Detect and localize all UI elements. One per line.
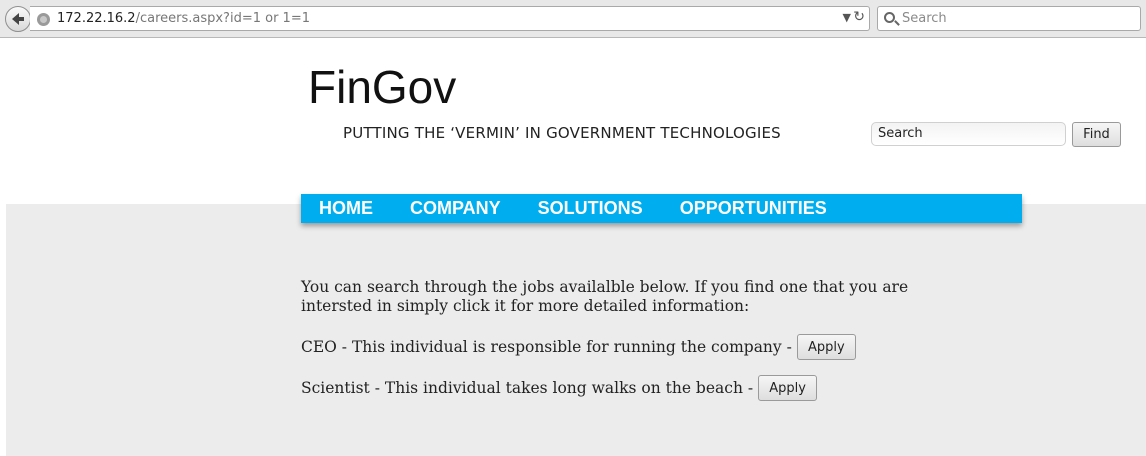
back-button[interactable] bbox=[5, 6, 31, 32]
nav-item-home[interactable]: HOME bbox=[319, 198, 373, 219]
url-host: 172.22.16.2 bbox=[57, 11, 136, 26]
globe-icon bbox=[37, 13, 50, 26]
browser-toolbar: 172.22.16.2/careers.aspx?id=1 or 1=1 ▼ ↻… bbox=[0, 0, 1146, 38]
url-path: /careers.aspx?id=1 or 1=1 bbox=[135, 11, 310, 26]
address-bar[interactable]: 172.22.16.2/careers.aspx?id=1 or 1=1 ▼ ↻ bbox=[30, 6, 870, 31]
job-listing: CEO - This individual is responsible for… bbox=[301, 334, 856, 360]
careers-content: You can search through the jobs availalb… bbox=[301, 278, 1001, 401]
apply-button[interactable]: Apply bbox=[796, 334, 856, 360]
nav-item-solutions[interactable]: SOLUTIONS bbox=[538, 198, 643, 219]
find-button[interactable]: Find bbox=[1072, 122, 1121, 147]
browser-search-placeholder: Search bbox=[902, 11, 947, 26]
apply-button[interactable]: Apply bbox=[758, 375, 818, 401]
nav-item-company[interactable]: COMPANY bbox=[410, 198, 501, 219]
site-tagline: PUTTING THE ‘VERMIN’ IN GOVERNMENT TECHN… bbox=[343, 124, 781, 142]
site-search-input[interactable]: Search bbox=[871, 122, 1066, 146]
job-description[interactable]: CEO - This individual is responsible for… bbox=[301, 338, 792, 357]
back-arrow-icon bbox=[12, 13, 24, 25]
reload-icon[interactable]: ↻ bbox=[853, 9, 865, 25]
dropdown-arrow-icon[interactable]: ▼ bbox=[843, 11, 851, 24]
url-text: 172.22.16.2/careers.aspx?id=1 or 1=1 bbox=[57, 11, 310, 26]
site-logo[interactable]: FinGov bbox=[308, 60, 456, 114]
job-listing: Scientist - This individual takes long w… bbox=[301, 375, 818, 401]
browser-search-box[interactable]: Search bbox=[877, 6, 1141, 31]
content-background bbox=[6, 204, 1146, 456]
intro-text: You can search through the jobs availalb… bbox=[301, 278, 909, 315]
web-page: FinGov PUTTING THE ‘VERMIN’ IN GOVERNMEN… bbox=[0, 39, 1146, 456]
main-nav: HOME COMPANY SOLUTIONS OPPORTUNITIES bbox=[301, 194, 1022, 223]
job-description[interactable]: Scientist - This individual takes long w… bbox=[301, 379, 753, 398]
nav-item-opportunities[interactable]: OPPORTUNITIES bbox=[680, 198, 827, 219]
search-icon bbox=[884, 12, 895, 23]
